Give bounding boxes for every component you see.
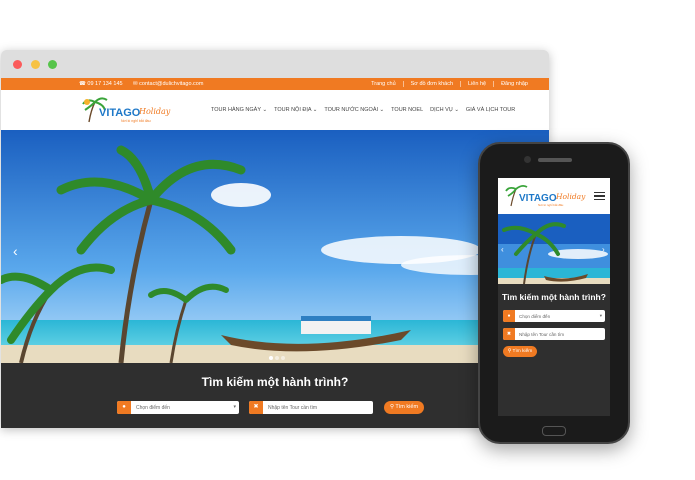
search-heading: Tìm kiếm một hành trình?	[201, 375, 349, 389]
carousel-dot[interactable]	[281, 356, 285, 360]
menu-prices-schedule[interactable]: GIÁ VÀ LỊCH TOUR	[466, 107, 515, 113]
minimize-window-dot[interactable]	[31, 60, 40, 69]
desktop-viewport: ☎ 09 17 134 145 ✉ contact@dulichvitago.c…	[1, 78, 549, 428]
menu-noel-tours[interactable]: TOUR NOEL	[391, 107, 423, 113]
top-contact-bar: ☎ 09 17 134 145 ✉ contact@dulichvitago.c…	[1, 78, 549, 90]
destination-placeholder: Chọn điểm đến	[519, 313, 551, 319]
top-links: Trang chủ Sơ đồ đơn khách Liên hệ Đăng n…	[364, 81, 535, 87]
destination-placeholder: Chọn điểm đến	[136, 405, 170, 411]
menu-label: TOUR NỘI ĐỊA	[274, 107, 312, 113]
search-icon: ⚲	[507, 349, 512, 354]
phone-screen: VITAGO Holiday Nơi kì nghỉ bắt đầu ‹ › T…	[498, 178, 610, 416]
cross-icon: ✖	[249, 401, 263, 414]
cross-icon: ✖	[503, 328, 515, 340]
menu-domestic-tours[interactable]: TOUR NỘI ĐỊA ⌄	[274, 107, 317, 113]
search-button-label: Tìm kiếm	[395, 404, 419, 410]
vitago-logo[interactable]: VITAGO Holiday Nơi kì nghỉ bắt đầu	[81, 96, 173, 124]
hero-beach-image: ‹ ›	[1, 130, 549, 363]
tour-search-input[interactable]: ✖ Nhập tên Tour cần tìm	[503, 328, 605, 340]
menu-label: TOUR HÀNG NGÀY	[211, 107, 261, 113]
phone-number: 09 17 134 145	[87, 81, 123, 87]
search-button-label: Tìm kiếm	[512, 349, 533, 354]
menu-international-tours[interactable]: TOUR NƯỚC NGOÀI ⌄	[324, 107, 384, 113]
top-link-home[interactable]: Trang chủ	[364, 81, 403, 87]
destination-select[interactable]: ● Chọn điểm đến ▾	[117, 401, 239, 414]
chevron-right-icon[interactable]: ›	[602, 245, 605, 254]
chevron-down-icon: ▾	[599, 313, 602, 318]
phone-navbar: VITAGO Holiday Nơi kì nghỉ bắt đầu	[498, 178, 610, 214]
email-contact[interactable]: ✉ contact@dulichvitago.com	[133, 81, 203, 87]
vitago-logo[interactable]: VITAGO Holiday Nơi kì nghỉ bắt đầu	[504, 184, 588, 208]
logo-brand-text: VITAGO	[99, 107, 141, 119]
browser-titlebar	[1, 50, 549, 78]
chevron-down-icon: ⌄	[312, 107, 318, 113]
maximize-window-dot[interactable]	[48, 60, 57, 69]
mockup-stage: ☎ 09 17 134 145 ✉ contact@dulichvitago.c…	[0, 0, 695, 480]
desktop-browser-window: ☎ 09 17 134 145 ✉ contact@dulichvitago.c…	[1, 50, 549, 428]
chevron-down-icon: ⌄	[454, 107, 459, 113]
phone-mockup: VITAGO Holiday Nơi kì nghỉ bắt đầu ‹ › T…	[478, 142, 630, 444]
menu-label: TOUR NƯỚC NGOÀI	[324, 107, 379, 113]
tour-placeholder: Nhập tên Tour cần tìm	[519, 331, 565, 337]
location-icon: ●	[117, 401, 131, 414]
top-link-guest-map[interactable]: Sơ đồ đơn khách	[402, 81, 460, 87]
destination-select[interactable]: ● Chọn điểm đến ▾	[503, 310, 605, 322]
chevron-down-icon: ▾	[233, 404, 236, 410]
main-menu: TOUR HÀNG NGÀY ⌄ TOUR NỘI ĐỊA ⌄ TOUR NƯỚ…	[211, 107, 515, 113]
hamburger-icon[interactable]	[594, 192, 605, 200]
carousel-dot[interactable]	[275, 356, 279, 360]
search-section: Tìm kiếm một hành trình? ● Chọn điểm đến…	[1, 363, 549, 428]
phone-speaker	[538, 158, 572, 162]
phone-camera	[524, 156, 531, 163]
logo-tagline: Nơi kì nghỉ bắt đầu	[538, 202, 564, 207]
carousel-dot[interactable]	[269, 356, 273, 360]
top-link-contact[interactable]: Liên hệ	[460, 81, 493, 87]
main-navbar: VITAGO Holiday Nơi kì nghỉ bắt đầu TOUR …	[1, 90, 549, 130]
search-heading: Tìm kiếm một hành trình?	[502, 292, 606, 302]
menu-daily-tours[interactable]: TOUR HÀNG NGÀY ⌄	[211, 107, 267, 113]
phone-contact[interactable]: ☎ 09 17 134 145	[79, 81, 123, 87]
chevron-down-icon: ⌄	[262, 107, 268, 113]
close-window-dot[interactable]	[13, 60, 22, 69]
menu-services[interactable]: DỊCH VỤ ⌄	[430, 107, 459, 113]
chevron-left-icon[interactable]: ‹	[13, 243, 18, 259]
logo-tagline: Nơi kì nghỉ bắt đầu	[121, 118, 151, 123]
tour-placeholder: Nhập tên Tour cần tìm	[268, 405, 318, 411]
search-button[interactable]: ⚲ Tìm kiếm	[384, 401, 424, 414]
chevron-down-icon: ⌄	[379, 107, 385, 113]
phone-hero-image: ‹ ›	[498, 214, 610, 284]
email-address: contact@dulichvitago.com	[139, 81, 204, 87]
top-link-login[interactable]: Đăng nhập	[493, 81, 535, 87]
search-button[interactable]: ⚲ Tìm kiếm	[503, 346, 537, 357]
logo-script-text: Holiday	[138, 107, 171, 116]
phone-search-section: Tìm kiếm một hành trình? ● Chọn điểm đến…	[498, 284, 610, 416]
search-icon: ⚲	[389, 404, 394, 410]
menu-label: DỊCH VỤ	[430, 107, 453, 113]
chevron-left-icon[interactable]: ‹	[501, 245, 504, 254]
tour-search-input[interactable]: ✖ Nhập tên Tour cần tìm	[249, 401, 373, 414]
phone-home-button[interactable]	[542, 426, 566, 436]
location-icon: ●	[503, 310, 515, 322]
logo-script-text: Holiday	[555, 192, 586, 201]
